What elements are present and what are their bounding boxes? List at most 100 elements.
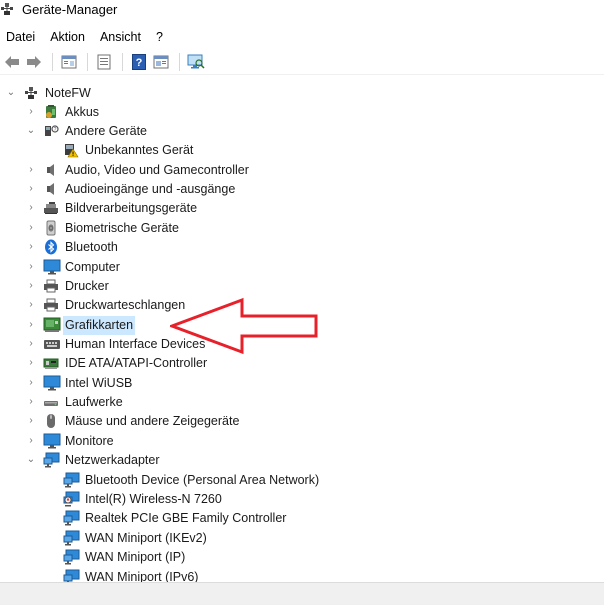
toolbar: ? [0, 49, 604, 75]
speaker-icon [43, 162, 59, 178]
chevron-right-icon[interactable]: › [26, 223, 36, 233]
menu-datei[interactable]: Datei [0, 30, 43, 44]
chevron-right-icon[interactable]: › [26, 203, 36, 213]
back-icon[interactable] [2, 52, 22, 72]
tree-item[interactable]: › Intel WiUSB [0, 374, 604, 393]
svg-text:?: ? [136, 57, 143, 69]
tree-child-item[interactable]: Realtek PCIe GBE Family Controller [0, 509, 604, 528]
hid-icon [43, 336, 60, 352]
tree-item[interactable]: › IDE ATA/ATAPI-Controller [0, 354, 604, 373]
tree-child-label: Realtek PCIe GBE Family Controller [85, 511, 287, 525]
tree-child-item[interactable]: Unbekanntes Gerät [0, 141, 604, 160]
toolbar-separator [52, 52, 53, 71]
tree-item[interactable]: › Monitore [0, 432, 604, 451]
network-icon [63, 569, 80, 582]
tree-item-label: Drucker [65, 279, 109, 293]
menu-aktion[interactable]: Aktion [43, 30, 93, 44]
tree-item[interactable]: › Laufwerke [0, 393, 604, 412]
help-icon[interactable]: ? [129, 52, 149, 72]
tree-child-item[interactable]: Bluetooth Device (Personal Area Network) [0, 471, 604, 490]
svg-text:?: ? [54, 127, 57, 133]
network-icon [63, 510, 80, 526]
display-adapter-icon [43, 317, 61, 333]
chevron-down-icon[interactable]: ⌄ [6, 88, 16, 98]
tree-child-label: WAN Miniport (IKEv2) [85, 531, 207, 545]
unknown-device-icon: ? [43, 123, 59, 139]
tree-item[interactable]: ⌄ Netzwerkadapter [0, 451, 604, 470]
tree-item-label: Intel WiUSB [65, 376, 133, 390]
chevron-right-icon[interactable]: › [26, 436, 36, 446]
chevron-right-icon[interactable]: › [26, 281, 36, 291]
tree-child-item[interactable]: WAN Miniport (IPv6) [0, 568, 604, 582]
chevron-right-icon[interactable]: › [26, 242, 36, 252]
tree-item-label: Bluetooth [65, 240, 118, 254]
chevron-right-icon[interactable]: › [26, 416, 36, 426]
tree-item[interactable]: › Audio, Video und Gamecontroller [0, 161, 604, 180]
details-icon[interactable] [94, 52, 114, 72]
menu-ansicht[interactable]: Ansicht [93, 30, 149, 44]
view-icon[interactable] [151, 52, 171, 72]
tree-item-label: Audioeingänge und -ausgänge [65, 182, 236, 196]
chevron-right-icon[interactable]: › [26, 300, 36, 310]
warning-device-icon [63, 142, 79, 158]
computer-root-icon [23, 85, 39, 101]
tree-item[interactable]: › Bildverarbeitungsgeräte [0, 199, 604, 218]
chevron-right-icon[interactable]: › [26, 397, 36, 407]
tree-item-label: Druckwarteschlangen [65, 298, 186, 312]
tree-child-item[interactable]: Intel(R) Wireless-N 7260 [0, 490, 604, 509]
status-bar [0, 582, 604, 605]
tree-item-label: Monitore [65, 434, 114, 448]
network-icon [63, 472, 80, 488]
tree-item[interactable]: › Biometrische Geräte [0, 219, 604, 238]
mouse-icon [43, 413, 59, 429]
printer-icon [43, 297, 59, 313]
tree-item-label: IDE ATA/ATAPI-Controller [65, 356, 208, 370]
tree-item[interactable]: › Audioeingänge und -ausgänge [0, 180, 604, 199]
tree-item[interactable]: ⌄ ? Andere Geräte [0, 122, 604, 141]
tree-item[interactable]: › Akkus [0, 103, 604, 122]
tree-item-label: Audio, Video und Gamecontroller [65, 163, 249, 177]
chevron-right-icon[interactable]: › [26, 358, 36, 368]
network-icon [63, 549, 80, 565]
tree-item[interactable]: › Bluetooth [0, 238, 604, 257]
drive-icon [43, 394, 59, 410]
chevron-right-icon[interactable]: › [26, 378, 36, 388]
chevron-right-icon[interactable]: › [26, 165, 36, 175]
properties-pane-icon[interactable] [59, 52, 79, 72]
monitor-icon [43, 433, 61, 449]
chevron-right-icon[interactable]: › [26, 262, 36, 272]
bluetooth-icon [43, 239, 59, 255]
menu-help[interactable]: ? [149, 30, 171, 44]
printer-icon [43, 278, 59, 294]
tree-item[interactable]: › Mäuse und andere Zeigegeräte [0, 412, 604, 431]
camera-icon [43, 200, 59, 216]
tree-item-label: Mäuse und andere Zeigegeräte [65, 414, 240, 428]
tree-item[interactable]: › Computer [0, 258, 604, 277]
network-warning-icon [63, 491, 80, 507]
tree-item-label: Biometrische Geräte [65, 221, 179, 235]
tree-item-label: Grafikkarten [63, 316, 136, 335]
chevron-right-icon[interactable]: › [26, 339, 36, 349]
controller-icon [43, 355, 59, 371]
chevron-right-icon[interactable]: › [26, 107, 36, 117]
fingerprint-icon [43, 220, 59, 236]
scan-hardware-icon[interactable] [186, 52, 206, 72]
tree-item-label: Laufwerke [65, 395, 123, 409]
tree-item-label: Akkus [65, 105, 100, 119]
forward-icon[interactable] [24, 52, 44, 72]
annotation-arrow [170, 297, 318, 355]
tree-child-item[interactable]: WAN Miniport (IKEv2) [0, 529, 604, 548]
tree-item-label: Bildverarbeitungsgeräte [65, 201, 198, 215]
chevron-right-icon[interactable]: › [26, 184, 36, 194]
tree-item[interactable]: › Drucker [0, 277, 604, 296]
tree-child-label: Unbekanntes Gerät [85, 143, 194, 157]
chevron-right-icon[interactable]: › [26, 320, 36, 330]
title-bar: Geräte-Manager [0, 0, 604, 18]
tree-root[interactable]: ⌄ NoteFW [0, 84, 604, 103]
tree-child-item[interactable]: WAN Miniport (IP) [0, 548, 604, 567]
battery-icon [43, 104, 59, 120]
monitor-icon [43, 259, 61, 275]
chevron-down-icon[interactable]: ⌄ [26, 126, 36, 136]
menu-bar: Datei Aktion Ansicht ? [0, 27, 171, 47]
chevron-down-icon[interactable]: ⌄ [26, 455, 36, 465]
